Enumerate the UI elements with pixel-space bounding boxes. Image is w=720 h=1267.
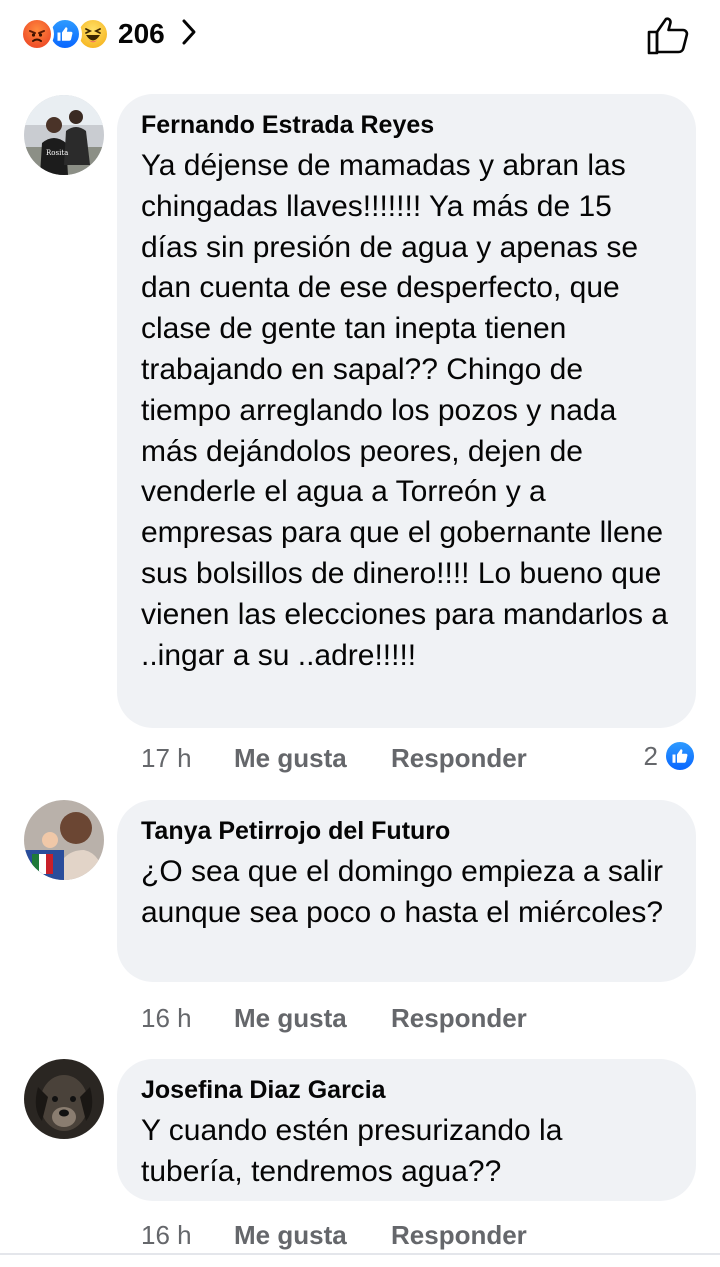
reaction-count: 206 bbox=[118, 18, 165, 49]
bottom-divider bbox=[0, 1253, 720, 1255]
reactions-summary[interactable]: 206 bbox=[20, 16, 197, 52]
avatar[interactable] bbox=[24, 1059, 104, 1139]
comment-author[interactable]: Fernando Estrada Reyes bbox=[141, 110, 672, 140]
svg-text:Rosita: Rosita bbox=[46, 149, 68, 157]
like-post-button[interactable] bbox=[646, 14, 690, 61]
reply-button[interactable]: Responder bbox=[391, 1003, 527, 1034]
chevron-right-icon[interactable] bbox=[181, 18, 197, 51]
comment-actions: 16 h Me gusta Responder bbox=[141, 1217, 527, 1253]
avatar[interactable] bbox=[24, 800, 104, 880]
comment-reactions[interactable]: 2 bbox=[644, 740, 696, 772]
reply-button[interactable]: Responder bbox=[391, 1220, 527, 1251]
comment-time[interactable]: 16 h bbox=[141, 1003, 234, 1034]
comment-text: Ya déjense de mamadas y abran las chinga… bbox=[141, 149, 668, 672]
thumbs-up-icon bbox=[647, 17, 689, 55]
like-button[interactable]: Me gusta bbox=[234, 1003, 391, 1034]
comment-bubble: Tanya Petirrojo del Futuro ¿O sea que el… bbox=[117, 800, 696, 982]
comment-bubble: Josefina Diaz Garcia Y cuando estén pres… bbox=[117, 1059, 696, 1201]
reactions-bar: 206 bbox=[0, 0, 720, 70]
like-button[interactable]: Me gusta bbox=[234, 1220, 391, 1251]
comment-text: Y cuando estén presurizando la tubería, … bbox=[141, 1114, 563, 1188]
like-icon bbox=[664, 740, 696, 772]
comment-actions: 17 h Me gusta Responder bbox=[141, 740, 527, 776]
comment-author[interactable]: Josefina Diaz Garcia bbox=[141, 1075, 672, 1105]
comment-text: ¿O sea que el domingo empieza a salir au… bbox=[141, 855, 664, 929]
comment-bubble: Fernando Estrada Reyes Ya déjense de mam… bbox=[117, 94, 696, 728]
like-button[interactable]: Me gusta bbox=[234, 743, 391, 774]
comment-author[interactable]: Tanya Petirrojo del Futuro bbox=[141, 816, 672, 846]
comment-time[interactable]: 17 h bbox=[141, 743, 234, 774]
comment-reaction-count: 2 bbox=[643, 740, 658, 771]
avatar[interactable]: Rosita bbox=[24, 95, 104, 175]
comment-time[interactable]: 16 h bbox=[141, 1220, 234, 1251]
angry-icon bbox=[20, 17, 54, 51]
comment-actions: 16 h Me gusta Responder bbox=[141, 1000, 527, 1036]
reply-button[interactable]: Responder bbox=[391, 743, 527, 774]
